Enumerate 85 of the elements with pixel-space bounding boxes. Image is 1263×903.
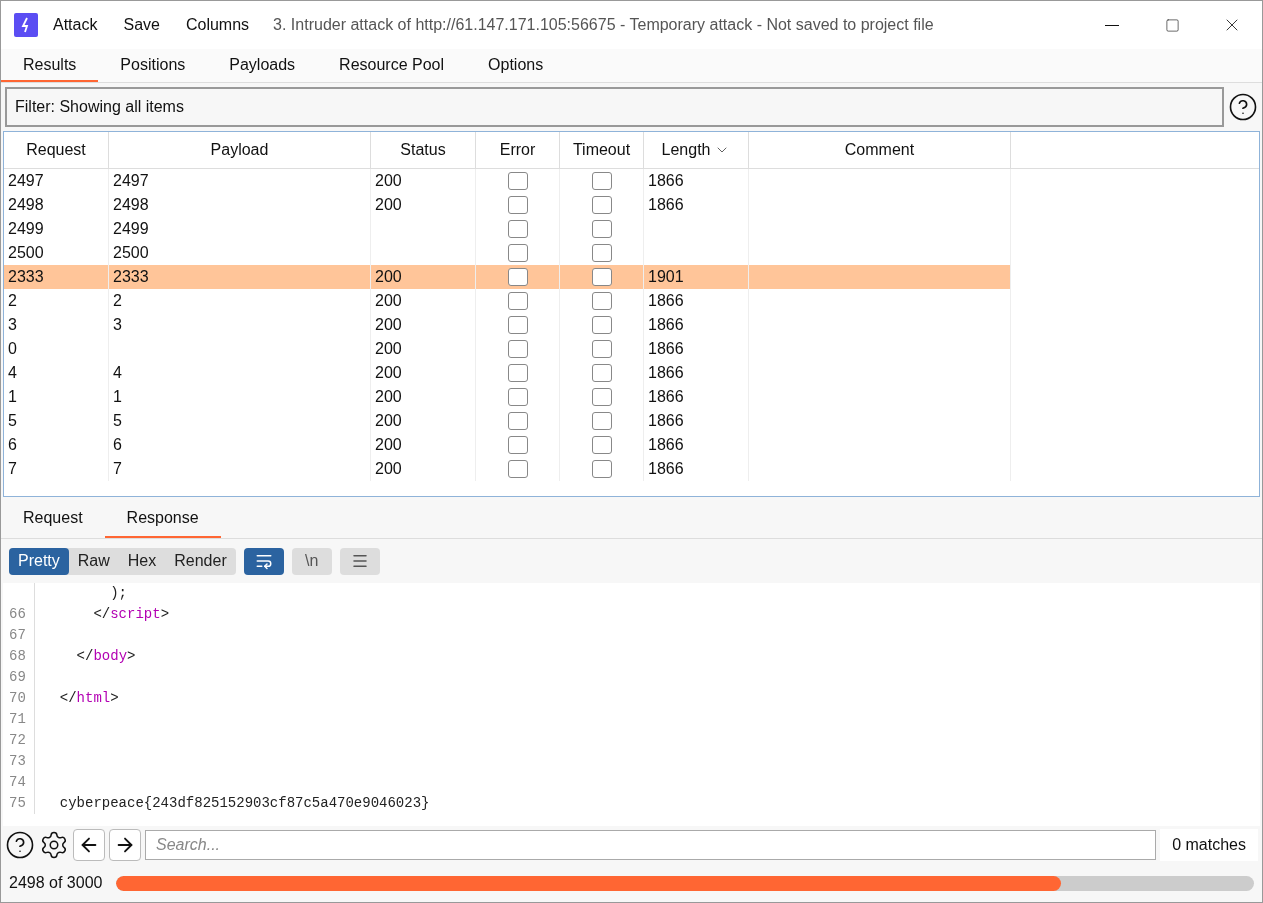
minimize-icon [1105, 24, 1119, 26]
tab[interactable]: Positions [98, 49, 208, 82]
line-number: 69 [9, 668, 26, 687]
line-number: 68 [9, 647, 26, 666]
code-line: </script> [92, 605, 170, 624]
view-mode-tab[interactable]: Pretty [9, 547, 69, 575]
wrap-icon [254, 552, 273, 570]
app-logo-icon [14, 13, 38, 37]
checkbox[interactable] [591, 292, 612, 310]
tab[interactable]: Resource Pool [317, 49, 467, 82]
checkbox[interactable] [507, 316, 528, 334]
checkbox[interactable] [507, 460, 528, 478]
line-number: 67 [9, 626, 26, 645]
checkbox[interactable] [591, 388, 612, 406]
checkbox[interactable] [507, 388, 528, 406]
line-number: 74 [9, 773, 26, 792]
checkbox[interactable] [507, 292, 528, 310]
checkbox[interactable] [507, 364, 528, 382]
table-cell: 200 [371, 457, 476, 481]
window-title: 3. Intruder attack of http://61.147.171.105:56675 - Temporary attack - Not saved to project file [273, 15, 934, 35]
column-header[interactable]: Timeout [560, 132, 644, 168]
checkbox[interactable] [591, 436, 612, 454]
line-number: 72 [9, 731, 26, 750]
menu-item[interactable]: Attack [51, 13, 100, 37]
tab[interactable]: Payloads [207, 49, 318, 82]
view-mode-tab[interactable]: Raw [68, 547, 119, 575]
newline-toggle-button[interactable]: \n [291, 547, 332, 575]
line-number: 70 [9, 689, 26, 708]
line-number: 71 [9, 710, 26, 729]
checkbox[interactable] [507, 340, 528, 358]
checkbox[interactable] [591, 220, 612, 238]
code-line: </html> [58, 689, 119, 708]
column-header[interactable]: Payload [109, 132, 371, 168]
help-icon[interactable] [5, 830, 35, 860]
wrap-toggle-button[interactable] [243, 547, 284, 575]
checkbox[interactable] [591, 268, 612, 286]
maximize-icon [1164, 17, 1180, 33]
search-field[interactable]: Search... [145, 830, 1157, 860]
progress-label: 2498 of 3000 [9, 873, 103, 893]
checkbox[interactable] [507, 196, 528, 214]
checkbox[interactable] [591, 340, 612, 358]
tab[interactable]: Results [1, 49, 99, 82]
match-count: 0 matches [1160, 829, 1258, 861]
tab[interactable]: Request [1, 499, 105, 538]
line-number: 75 [9, 794, 26, 813]
column-header[interactable]: Comment [749, 132, 1011, 168]
table-cell: 7 [4, 457, 109, 481]
checkbox[interactable] [591, 172, 612, 190]
menu-icon [350, 552, 369, 570]
checkbox[interactable] [507, 220, 528, 238]
column-header[interactable]: Status [371, 132, 476, 168]
checkbox[interactable] [591, 244, 612, 262]
settings-icon[interactable] [39, 830, 69, 860]
checkbox[interactable] [507, 244, 528, 262]
view-mode-tab[interactable]: Render [165, 547, 236, 575]
tab[interactable]: Response [104, 499, 221, 538]
column-header[interactable]: Error [476, 132, 560, 168]
next-button[interactable] [109, 829, 141, 861]
line-number: 66 [9, 605, 26, 624]
previous-button[interactable] [73, 829, 105, 861]
checkbox[interactable] [591, 412, 612, 430]
view-mode-tab[interactable]: Hex [118, 547, 166, 575]
menu-button[interactable] [339, 547, 380, 575]
checkbox[interactable] [591, 460, 612, 478]
menu-item[interactable]: Save [121, 13, 162, 37]
table-row[interactable]: 2333 2333 200 1901 [4, 265, 1011, 289]
code-line: cyberpeace{243df825152903cf87c5a470e9046023} [58, 794, 430, 813]
table-cell: 1866 [644, 457, 749, 481]
checkbox[interactable] [507, 412, 528, 430]
checkbox[interactable] [507, 268, 528, 286]
checkbox[interactable] [507, 172, 528, 190]
checkbox[interactable] [507, 436, 528, 454]
menu-item[interactable]: Columns [183, 13, 252, 37]
help-icon[interactable] [1228, 92, 1258, 122]
table-cell: 7 [109, 457, 371, 481]
column-header[interactable]: Length [644, 132, 749, 168]
checkbox[interactable] [591, 364, 612, 382]
tab[interactable]: Options [466, 49, 566, 82]
column-header[interactable]: Request [4, 132, 109, 168]
code-line: </body> [75, 647, 136, 666]
line-number: 73 [9, 752, 26, 771]
checkbox[interactable] [591, 196, 612, 214]
checkbox[interactable] [591, 316, 612, 334]
filter-field[interactable]: Filter: Showing all items [5, 87, 1224, 127]
code-line: ); [109, 584, 127, 603]
